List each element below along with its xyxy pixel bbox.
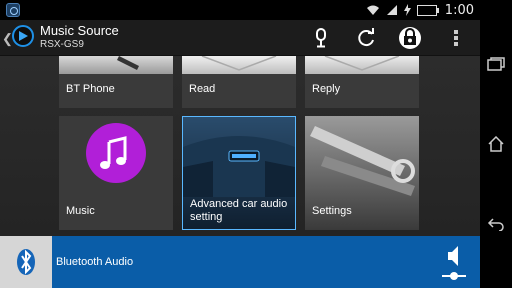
tile-label: Reply (312, 83, 341, 95)
tile-label: Music (66, 205, 95, 217)
battery-icon (416, 4, 439, 16)
tile-label: BT Phone (66, 83, 115, 95)
microphone-icon[interactable] (308, 26, 334, 50)
status-bar: 1:00 (0, 0, 480, 20)
clock: 1:00 (444, 2, 474, 18)
home-icon[interactable] (486, 134, 506, 154)
action-bar: ❮ Music Source RSX-GS9 (0, 20, 480, 56)
tile-label: Settings (312, 205, 352, 217)
status-icons: 1:00 (366, 2, 474, 18)
speaker-lock-icon[interactable] (397, 26, 423, 50)
tile-read[interactable]: Read (182, 56, 296, 108)
phone-art (59, 56, 173, 74)
refresh-icon[interactable] (353, 26, 379, 50)
signal-icon (386, 5, 397, 15)
app-logo[interactable] (12, 25, 34, 47)
device-name: RSX-GS9 (40, 39, 84, 50)
envelope-art (182, 56, 296, 74)
recent-apps-icon[interactable] (486, 54, 506, 74)
now-playing-bar[interactable]: Bluetooth Audio (0, 236, 480, 288)
app-notification-icon (6, 3, 20, 17)
back-icon[interactable] (486, 214, 506, 234)
envelope-art (305, 56, 419, 74)
system-nav-bar (480, 0, 512, 288)
tile-settings[interactable]: Settings (305, 116, 419, 230)
tile-music[interactable]: Music (59, 116, 173, 230)
tile-label: Read (189, 83, 216, 95)
wifi-icon (366, 5, 379, 15)
tile-label: Advanced car audio setting (190, 198, 288, 223)
bluetooth-icon[interactable] (0, 236, 52, 288)
volume-icon[interactable] (440, 242, 468, 282)
tile-advanced-car-audio-setting[interactable]: Advanced car audio setting (182, 116, 296, 230)
charging-icon (403, 4, 411, 16)
app-grid: BT Phone Read Reply Music Advanced car a… (0, 56, 480, 236)
overflow-menu-icon[interactable] (443, 26, 469, 50)
tile-reply[interactable]: Reply (305, 56, 419, 108)
app-title: Music Source (40, 23, 119, 38)
source-label: Bluetooth Audio (56, 256, 134, 268)
tile-bt-phone[interactable]: BT Phone (59, 56, 173, 108)
